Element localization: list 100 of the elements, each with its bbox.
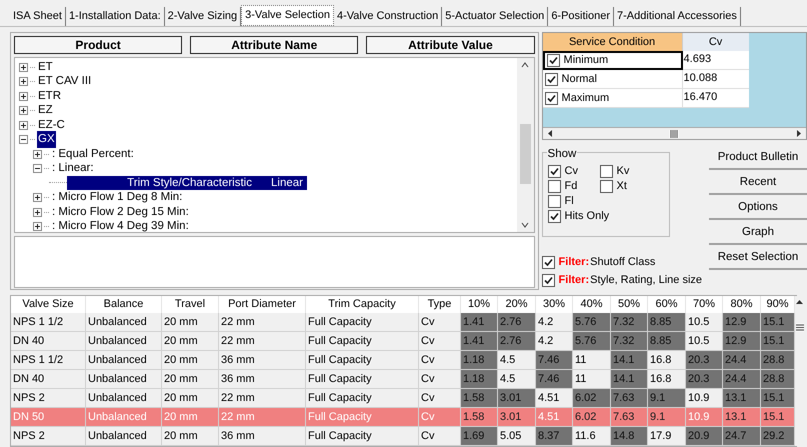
- tree-item[interactable]: : Linear:: [51, 160, 95, 178]
- expand-icon[interactable]: [19, 106, 28, 116]
- expand-icon[interactable]: [33, 208, 42, 217]
- column-header: Attribute Value: [366, 36, 535, 54]
- table-row[interactable]: NPS 2 Unbalanced 20 mm 36 mm Full Capacity Cv 1.69 5.05 8.37 11.6 14.8 17.9 20.9 24.7 29.2: [11, 427, 795, 446]
- table-cell: 20 mm: [162, 408, 219, 426]
- checkbox[interactable]: [600, 180, 613, 193]
- expand-icon[interactable]: [19, 92, 28, 101]
- tab[interactable]: 6-Positioner: [548, 7, 614, 26]
- column-header: Product: [14, 36, 182, 54]
- table-cell: 20 mm: [162, 332, 219, 350]
- table-cell: 20 mm: [162, 427, 219, 445]
- cv-value-cell: 2.76: [498, 313, 536, 331]
- table-cell: 22 mm: [219, 313, 306, 331]
- tree-item[interactable]: ETR: [37, 88, 62, 105]
- tab[interactable]: 5-Actuator Selection: [442, 7, 548, 26]
- checkbox[interactable]: [548, 210, 561, 223]
- expand-icon[interactable]: [19, 62, 28, 72]
- cv-value-cell: 1.18: [461, 351, 498, 369]
- table-cell: 36 mm: [219, 427, 306, 445]
- table-cell: Full Capacity: [306, 351, 419, 369]
- cv-value-cell: 3.01: [498, 408, 536, 426]
- table-row[interactable]: DN 40 Unbalanced 20 mm 36 mm Full Capacity Cv 1.18 4.5 7.46 11 14.1 16.8 20.3 24.4 28.8: [11, 370, 795, 389]
- column-header: Service Condition: [542, 33, 683, 51]
- expand-icon[interactable]: [33, 150, 42, 159]
- attribute-name: Trim Style/Characteristic: [126, 176, 252, 191]
- tree-item[interactable]: ET CAV III: [37, 73, 92, 90]
- cv-value-cell: 3.01: [498, 389, 536, 407]
- tab[interactable]: 3-Valve Selection: [241, 5, 334, 26]
- tree-item[interactable]: EZ: [37, 102, 54, 120]
- cv-value-cell: 10.9: [686, 408, 723, 426]
- checkbox[interactable]: [544, 92, 558, 104]
- cv-value-cell: 20.3: [686, 370, 723, 388]
- table-cell: NPS 2: [11, 389, 86, 407]
- cv-value-cell: 15.1: [761, 389, 795, 407]
- checkbox[interactable]: [548, 195, 561, 208]
- table-row[interactable]: DN 40 Unbalanced 20 mm 22 mm Full Capacity Cv 1.41 2.76 4.2 5.76 7.32 8.85 10.5 12.9 15.1: [11, 332, 795, 351]
- tree-item[interactable]: : Micro Flow 1 Deg 8 Min:: [51, 189, 184, 206]
- tab[interactable]: 4-Valve Construction: [334, 7, 442, 26]
- table-cell: NPS 2: [11, 427, 86, 445]
- cv-value-cell: 9.1: [648, 408, 686, 426]
- cv-cell: 10.088: [682, 70, 749, 89]
- checkbox[interactable]: [548, 165, 561, 178]
- table-cell: 22 mm: [219, 332, 306, 350]
- table-cell: 20 mm: [162, 370, 219, 388]
- table-cell: NPS 1 1/2: [11, 313, 86, 331]
- tab[interactable]: 1-Installation Data:: [66, 7, 165, 26]
- cv-value-cell: 24.4: [723, 351, 761, 369]
- filter-label: Style, Rating, Line size: [590, 272, 702, 288]
- table-cell: Unbalanced: [86, 389, 162, 407]
- table-cell: Full Capacity: [306, 313, 419, 331]
- table-cell: Full Capacity: [306, 408, 419, 426]
- table-row[interactable]: DN 50 Unbalanced 20 mm 22 mm Full Capacity Cv 1.58 3.01 4.51 6.02 7.63 9.1 10.9 13.1 15.1: [11, 408, 795, 427]
- expand-icon[interactable]: [19, 77, 28, 86]
- table-cell: Full Capacity: [306, 370, 419, 388]
- expand-icon[interactable]: [33, 222, 42, 232]
- table-cell: 20 mm: [162, 389, 219, 407]
- tab[interactable]: ISA Sheet: [10, 7, 66, 26]
- table-cell: Full Capacity: [306, 427, 419, 445]
- cv-value-cell: 9.1: [648, 389, 686, 407]
- table-row[interactable]: NPS 2 Unbalanced 20 mm 22 mm Full Capacity Cv 1.58 3.01 4.51 6.02 7.63 9.1 10.9 13.1 15.1: [11, 389, 795, 408]
- horizontal-scrollbar[interactable]: [542, 127, 806, 139]
- tree-item[interactable]: : Micro Flow 4 Deg 39 Min:: [51, 218, 190, 232]
- cv-value-cell: 2.76: [498, 332, 536, 350]
- checkbox[interactable]: [542, 274, 555, 286]
- expand-icon[interactable]: [19, 120, 28, 130]
- expand-icon[interactable]: [33, 193, 42, 202]
- table-cell: Unbalanced: [86, 313, 162, 331]
- cv-value-cell: 29.2: [761, 427, 795, 445]
- column-header: Attribute Name: [190, 36, 358, 54]
- filter-tag: Filter:: [558, 272, 590, 288]
- tree-item[interactable]: : Equal Percent:: [51, 146, 135, 163]
- cv-value-cell: 5.76: [573, 313, 611, 331]
- attribute-row[interactable]: Trim Style/Characteristic Linear: [67, 176, 307, 190]
- collapse-icon[interactable]: [33, 164, 42, 174]
- tree-item[interactable]: EZ-C: [37, 116, 66, 134]
- tree-item[interactable]: GX: [37, 131, 56, 148]
- cv-value-cell: 24.7: [723, 427, 761, 445]
- checkbox[interactable]: [548, 180, 561, 193]
- scroll-thumb[interactable]: [520, 124, 531, 184]
- condition-label: Maximum: [562, 90, 610, 106]
- tab[interactable]: 7-Additional Accessories: [614, 7, 741, 26]
- checkbox[interactable]: [546, 54, 560, 67]
- checkbox[interactable]: [544, 72, 558, 86]
- cv-value-cell: 1.41: [461, 332, 498, 350]
- cv-cell: 4.693: [682, 51, 749, 70]
- collapse-icon[interactable]: [19, 135, 28, 144]
- tree-item[interactable]: ET: [37, 58, 54, 76]
- table-row[interactable]: NPS 1 1/2 Unbalanced 20 mm 22 mm Full Capacity Cv 1.41 2.76 4.2 5.76 7.32 8.85 10.5 12.9 15.1: [11, 313, 795, 332]
- cv-value-cell: 5.76: [573, 332, 611, 350]
- table-cell: 22 mm: [219, 389, 306, 407]
- cv-value-cell: 20.9: [686, 427, 723, 445]
- table-cell: 20 mm: [162, 351, 219, 369]
- checkbox[interactable]: [600, 165, 613, 178]
- tree-item[interactable]: : Micro Flow 2 Deg 15 Min:: [51, 204, 190, 221]
- attribute-value: Linear: [270, 176, 304, 191]
- cv-value-cell: 7.32: [611, 332, 648, 350]
- checkbox[interactable]: [542, 256, 555, 268]
- scrollbar[interactable]: [516, 58, 534, 232]
- table-row[interactable]: NPS 1 1/2 Unbalanced 20 mm 36 mm Full Capacity Cv 1.18 4.5 7.46 11 14.1 16.8 20.3 24.4 28.8: [11, 351, 795, 370]
